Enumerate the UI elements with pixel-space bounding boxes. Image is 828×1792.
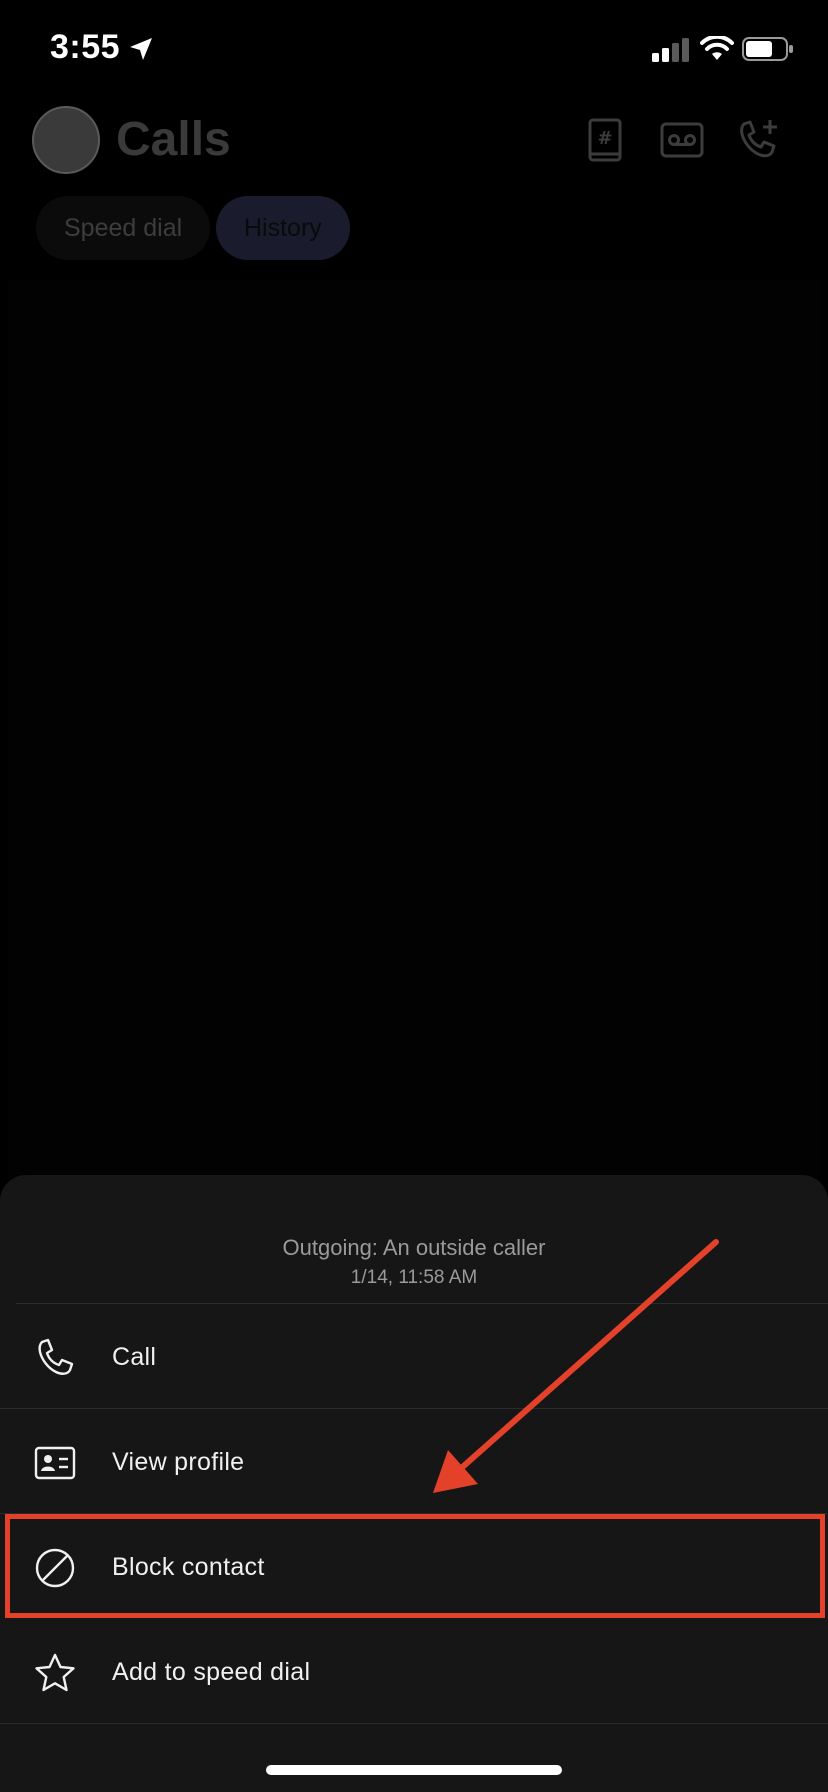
svg-text:#: # — [597, 128, 612, 149]
sheet-title: Outgoing: An outside caller — [282, 1235, 546, 1260]
divider — [16, 1303, 828, 1304]
call-action[interactable]: Call — [0, 1305, 828, 1409]
call-label: Call — [112, 1343, 157, 1371]
add-to-speed-dial-label: Add to speed dial — [112, 1658, 311, 1686]
add-to-speed-dial-action[interactable]: Add to speed dial — [0, 1620, 828, 1724]
home-indicator[interactable] — [266, 1765, 562, 1775]
sheet-header: Outgoing: An outside caller 1/14, 11:58 … — [0, 1235, 828, 1289]
tab-speed-dial[interactable]: Speed dial — [36, 196, 211, 260]
avatar[interactable] — [32, 106, 100, 174]
phone-icon — [38, 1338, 74, 1375]
add-call-icon[interactable] — [734, 116, 782, 164]
divider — [0, 1723, 828, 1724]
status-time: 3:55 — [50, 28, 121, 66]
wifi-icon — [700, 36, 734, 60]
dialpad-icon[interactable]: # — [582, 116, 630, 164]
battery-icon — [742, 37, 793, 61]
page-title: Calls — [116, 113, 231, 166]
sheet-subtitle: 1/14, 11:58 AM — [350, 1267, 478, 1288]
divider — [0, 1408, 828, 1409]
contact-card-icon — [34, 1446, 76, 1480]
view-profile-label: View profile — [112, 1448, 245, 1476]
status-bar: 3:55 — [0, 0, 828, 100]
tab-history[interactable]: History — [216, 196, 350, 260]
view-profile-action[interactable]: View profile — [0, 1410, 828, 1514]
location-arrow-icon — [130, 38, 152, 60]
voicemail-icon[interactable] — [658, 116, 706, 164]
cellular-signal-icon — [652, 38, 689, 62]
star-icon — [35, 1653, 75, 1692]
call-history-list — [8, 280, 820, 1180]
annotation-highlight-box — [5, 1514, 825, 1618]
